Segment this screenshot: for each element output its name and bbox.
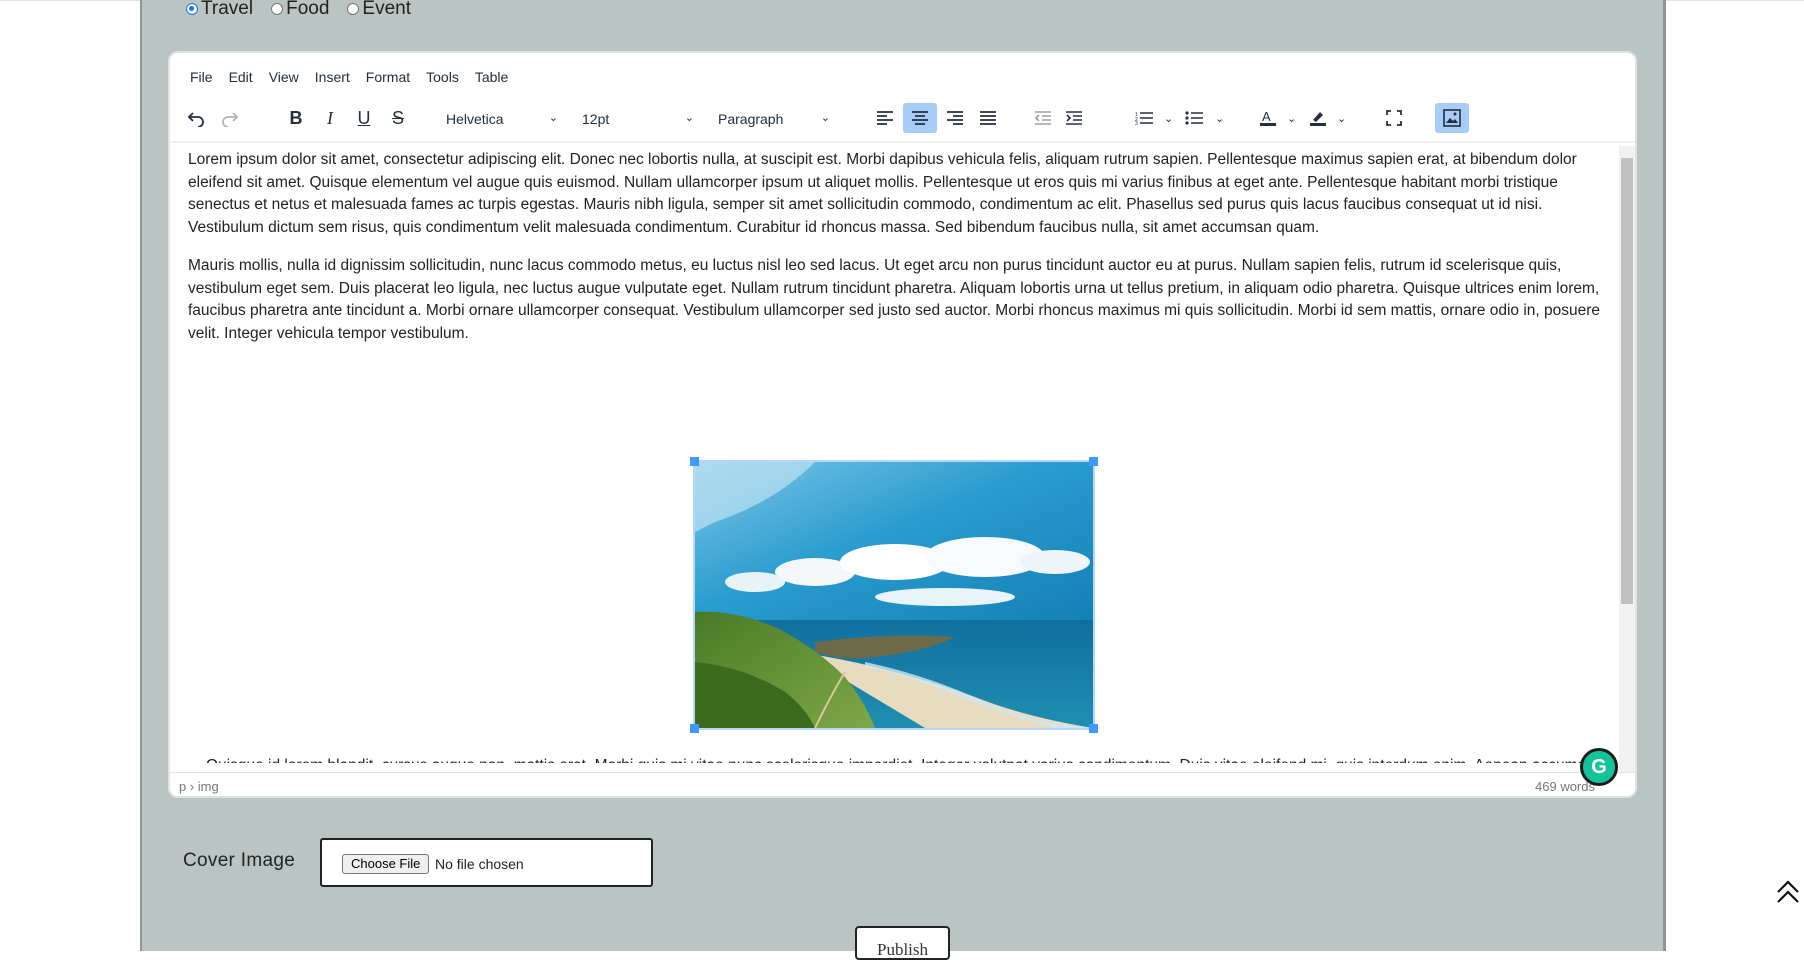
paragraph[interactable]: Quisque id lorem blandit, cursus augue n… [206, 755, 1620, 763]
chevron-down-icon: ⌄ [820, 112, 830, 124]
resize-handle[interactable] [690, 457, 699, 466]
underline-icon[interactable]: U [350, 103, 378, 133]
chevron-down-icon: ⌄ [548, 112, 558, 124]
menu-insert[interactable]: Insert [315, 69, 350, 85]
svg-text:A: A [1262, 109, 1271, 124]
radio-label: Event [362, 0, 411, 19]
bold-icon[interactable]: B [282, 103, 310, 133]
element-path[interactable]: p › img [179, 779, 219, 794]
editor-scrollbar[interactable] [1619, 146, 1635, 772]
outdent-icon[interactable] [1029, 103, 1057, 133]
menu-file[interactable]: File [190, 69, 213, 85]
chevron-down-icon[interactable]: ⌄ [1164, 112, 1173, 125]
resize-handle[interactable] [1089, 724, 1098, 733]
undo-icon[interactable] [184, 103, 208, 133]
paragraph[interactable]: Mauris mollis, nulla id dignissim sollic… [188, 255, 1608, 345]
chevron-down-icon[interactable]: ⌄ [1337, 112, 1346, 125]
highlight-color-icon[interactable] [1304, 103, 1332, 133]
chevron-down-icon[interactable]: ⌄ [1287, 112, 1296, 125]
image-icon[interactable] [1435, 103, 1469, 133]
redo-icon[interactable] [218, 103, 242, 133]
block-format-select[interactable]: Paragraph ⌄ [710, 107, 840, 131]
menu-table[interactable]: Table [475, 69, 508, 85]
menu-edit[interactable]: Edit [229, 69, 253, 85]
align-right-icon[interactable] [940, 103, 970, 133]
radio-button[interactable] [271, 3, 284, 15]
rich-text-editor: File Edit View Insert Format Tools Table… [168, 51, 1637, 798]
font-family-value: Helvetica [446, 111, 504, 127]
font-size-value: 12pt [582, 111, 610, 127]
align-justify-icon[interactable] [973, 103, 1003, 133]
editor-menubar: File Edit View Insert Format Tools Table [190, 69, 524, 85]
editor-toolbar: B I U S Helvetica ⌄ 12pt ⌄ Paragraph ⌄ 123 … [170, 103, 1635, 143]
italic-icon[interactable]: I [316, 103, 344, 133]
scrollbar-thumb[interactable] [1621, 158, 1633, 604]
text-color-icon[interactable]: A [1254, 103, 1282, 133]
radio-event[interactable]: Event [347, 0, 411, 20]
no-file-text: No file chosen [435, 856, 524, 872]
radio-food[interactable]: Food [271, 0, 329, 20]
block-format-value: Paragraph [718, 111, 784, 127]
grammarly-icon[interactable]: G [1580, 748, 1618, 786]
choose-file-button[interactable]: Choose File [342, 854, 430, 874]
menu-tools[interactable]: Tools [426, 69, 459, 85]
numbered-list-icon[interactable]: 123 [1130, 103, 1158, 133]
resize-handle[interactable] [690, 724, 699, 733]
cover-image-label: Cover Image [183, 850, 296, 871]
svg-text:3: 3 [1135, 121, 1138, 125]
cover-image-file-input[interactable]: Choose File No file chosen [320, 838, 653, 887]
paragraph[interactable]: Lorem ipsum dolor sit amet, consectetur … [188, 149, 1608, 239]
back-to-top-icon[interactable] [1776, 878, 1800, 906]
radio-label: Travel [201, 0, 254, 19]
fullscreen-icon[interactable] [1380, 103, 1408, 133]
publish-button[interactable]: Publish [855, 926, 950, 960]
editor-content-area[interactable]: Lorem ipsum dolor sit amet, consectetur … [170, 143, 1620, 763]
strikethrough-icon[interactable]: S [384, 103, 412, 133]
align-center-icon[interactable] [903, 103, 937, 133]
radio-button-checked[interactable] [186, 3, 198, 15]
indent-icon[interactable] [1060, 103, 1088, 133]
category-radio-group: Travel Food Event [186, 0, 429, 21]
resize-handle[interactable] [1089, 457, 1098, 466]
coastal-landscape-photo-icon [695, 462, 1093, 729]
bullet-list-icon[interactable] [1180, 103, 1208, 133]
menu-format[interactable]: Format [366, 69, 410, 85]
embedded-image[interactable] [690, 457, 1098, 733]
menu-view[interactable]: View [269, 69, 299, 85]
align-left-icon[interactable] [870, 103, 900, 133]
chevron-down-icon: ⌄ [684, 112, 694, 124]
font-size-select[interactable]: 12pt ⌄ [574, 107, 704, 131]
font-family-select[interactable]: Helvetica ⌄ [438, 107, 568, 131]
chevron-down-icon[interactable]: ⌄ [1215, 112, 1224, 125]
radio-button[interactable] [347, 3, 360, 15]
radio-travel[interactable]: Travel [186, 0, 253, 20]
editor-statusbar: p › img 469 words [170, 772, 1635, 796]
radio-label: Food [286, 0, 330, 19]
